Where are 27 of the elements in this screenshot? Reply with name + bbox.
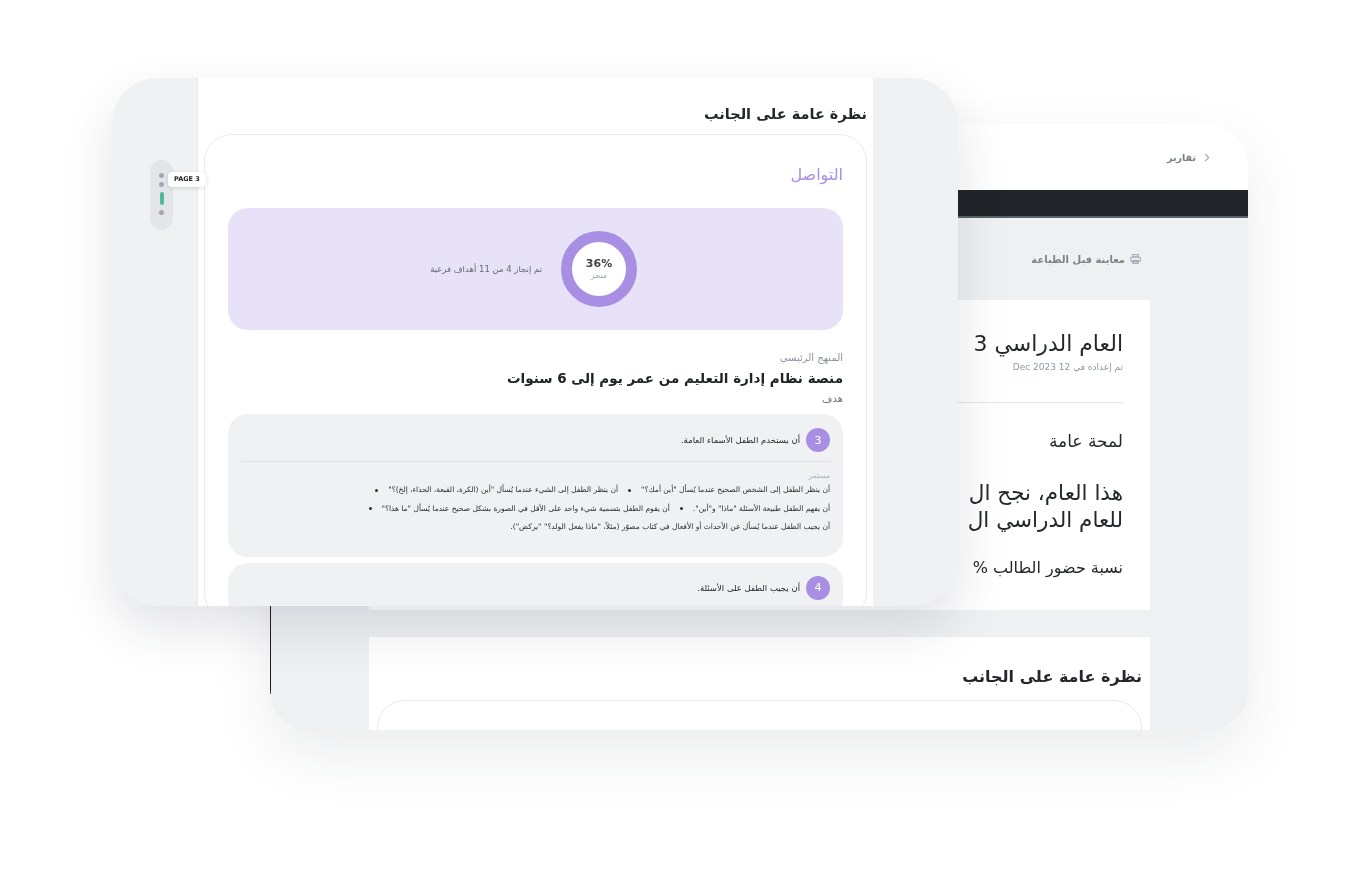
progress-percent: 36% [585,257,613,270]
printer-icon [1130,254,1141,264]
goal-number-badge: 4 [806,575,830,600]
domain-title: التواصل [790,164,843,186]
page-heading: نظرة عامة على الجانب [961,666,1142,688]
headline-text: هذا العام، نجح ال [968,479,1123,506]
print-preview-button[interactable]: معاينة قبل الطباعة [1031,253,1141,265]
goal-number-badge: 3 [806,428,830,452]
page-marker-icon[interactable] [159,182,164,187]
chevron-icon [1204,152,1210,162]
page-heading: نظرة عامة على الجانب [704,105,867,124]
goal-title: أن يجيب الطفل على الأسئلة. [697,582,800,593]
breadcrumb-link[interactable]: تقارير [1167,151,1210,163]
goal-label: هدف [822,392,843,406]
page-marker-icon[interactable] [159,173,164,178]
curriculum-title: منصة نظام إدارة التعليم من عمر يوم إلى 6 سنوات [506,369,843,388]
goal-title: أن يستخدم الطفل الأسماء العامة. [680,435,800,445]
report-title: العام الدراسي 3 [973,330,1123,358]
headline-text: للعام الدراسي ال [967,506,1123,533]
attendance-text: نسبة حضور الطالب % [972,557,1123,579]
progress-summary: تم إنجاز 4 من 11 أهداف فرعية [430,264,542,274]
section-heading: لمحة عامة [1048,430,1123,452]
report-date: تم إعداده في 12 Dec 2023 [1012,361,1123,373]
curriculum-label: المنهج الرئيسي [779,351,843,365]
progress-label: منجز [590,270,608,281]
page-marker-icon[interactable] [159,192,164,205]
page-marker-icon[interactable] [159,210,164,215]
